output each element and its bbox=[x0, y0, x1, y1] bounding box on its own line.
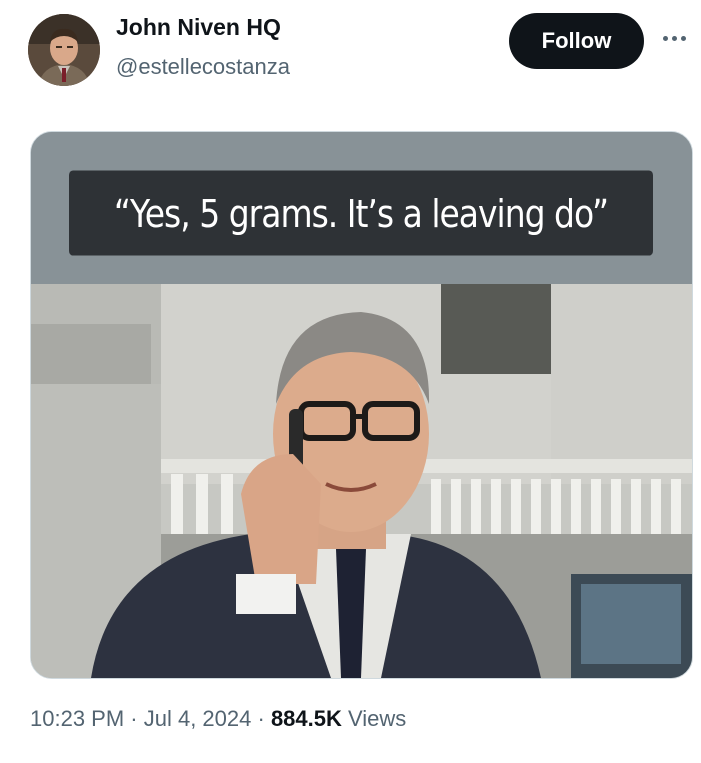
views-label: Views bbox=[341, 706, 407, 731]
views-count[interactable]: 884.5K bbox=[271, 706, 342, 731]
meta-separator: · bbox=[124, 706, 144, 731]
follow-button[interactable]: Follow bbox=[509, 13, 644, 69]
media-caption: “Yes, 5 grams. It’s a leaving do” bbox=[69, 170, 653, 256]
caption-band: “Yes, 5 grams. It’s a leaving do” bbox=[31, 132, 692, 284]
meta-separator: · bbox=[251, 706, 271, 731]
more-options-icon[interactable] bbox=[660, 28, 688, 48]
tweet-media[interactable]: “Yes, 5 grams. It’s a leaving do” bbox=[30, 131, 693, 679]
tweet-meta: 10:23 PM · Jul 4, 2024 · 884.5K Views bbox=[30, 706, 406, 732]
author-avatar[interactable] bbox=[28, 14, 100, 86]
author-display-name[interactable]: John Niven HQ bbox=[116, 14, 281, 41]
tweet-date[interactable]: Jul 4, 2024 bbox=[144, 706, 252, 731]
avatar-image bbox=[28, 14, 100, 86]
tweet-time[interactable]: 10:23 PM bbox=[30, 706, 124, 731]
more-dot bbox=[671, 35, 677, 41]
more-dot bbox=[680, 35, 686, 41]
author-handle[interactable]: @estellecostanza bbox=[116, 54, 290, 80]
media-photo bbox=[31, 284, 692, 678]
more-dot bbox=[662, 35, 668, 41]
